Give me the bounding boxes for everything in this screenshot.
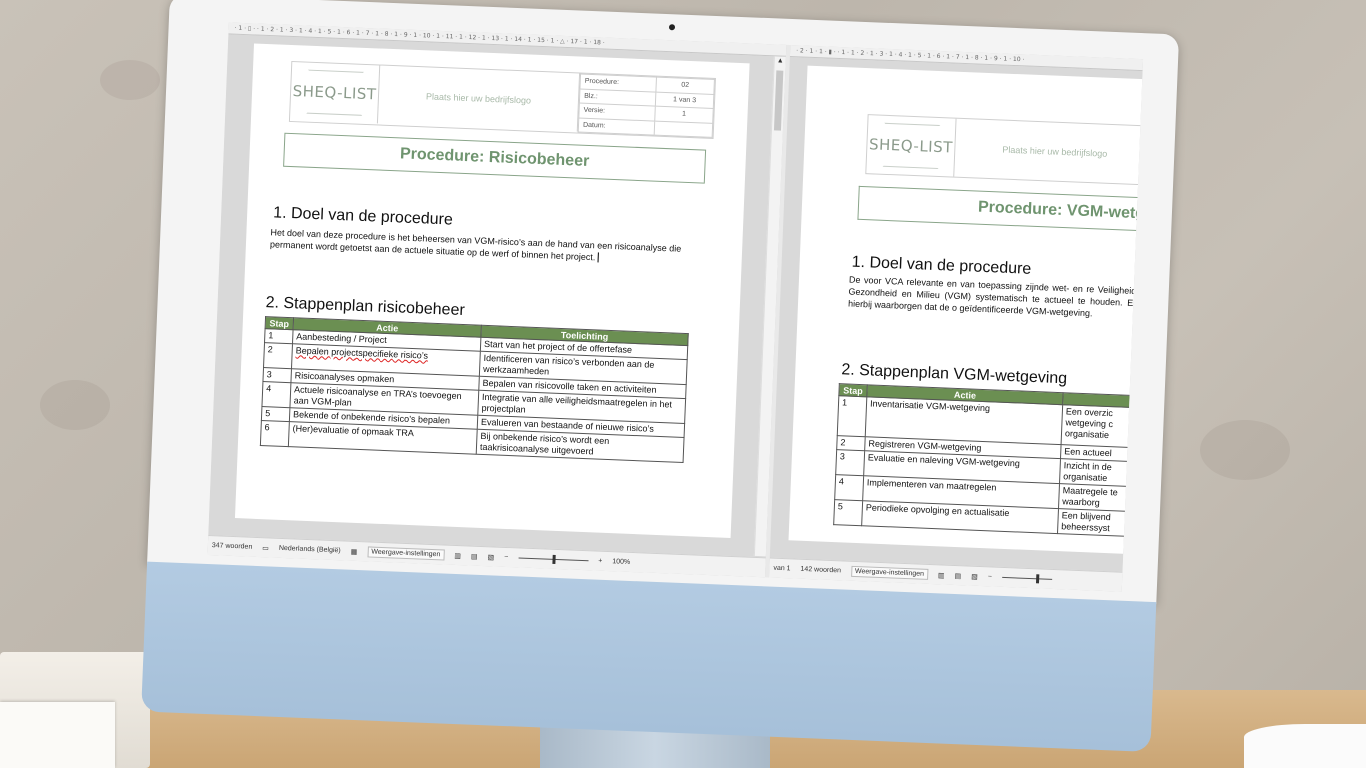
print-layout-icon[interactable]: ▤ xyxy=(471,552,478,560)
step-number: 5 xyxy=(261,406,290,422)
step-number: 3 xyxy=(262,367,292,383)
step-number: 2 xyxy=(836,435,866,451)
language[interactable]: Nederlands (België) xyxy=(279,545,341,554)
zoom-in-icon[interactable]: + xyxy=(598,558,602,565)
col-header: Stap xyxy=(838,383,868,397)
meta-table: Procedure: 02 Blz.: 1 van 3 Versie: 1 Datum… xyxy=(578,74,715,138)
logo-frame xyxy=(305,69,364,116)
procedure-title: Procedure: VGM-wetge xyxy=(857,185,1144,232)
document-header: SHEQ-LIST Plaats hier uw bedrijfslogo xyxy=(865,114,1144,186)
step-explanation: Maatregele te waarborg xyxy=(1058,483,1135,512)
logo: SHEQ-LIST xyxy=(289,61,381,124)
company-logo-placeholder: Plaats hier uw bedrijfslogo xyxy=(377,65,581,132)
wall-texture xyxy=(40,380,110,430)
scroll-up-icon[interactable]: ▲ xyxy=(775,56,786,66)
meta-value xyxy=(654,120,713,138)
document-header: SHEQ-LIST Plaats hier uw bedrijfslogo Pr… xyxy=(288,60,717,139)
web-layout-icon[interactable]: ▧ xyxy=(487,553,494,561)
step-number: 4 xyxy=(834,474,864,501)
zoom-slider-handle[interactable] xyxy=(552,554,556,564)
word-window-left: · 1 · ▯ · · 1 · 2 · 1 · 3 · 1 · 4 · 1 · … xyxy=(207,22,787,578)
step-number: 4 xyxy=(261,381,291,408)
coffee-cup xyxy=(1244,724,1366,768)
section-text: Het doel van deze procedure is het behee… xyxy=(270,226,689,267)
section-text: De voor VCA relevante en van toepassing … xyxy=(847,274,1139,319)
logo-frame xyxy=(882,122,940,169)
print-layout-icon[interactable]: ▤ xyxy=(954,571,961,579)
step-number: 5 xyxy=(833,499,863,526)
scroll-thumb[interactable] xyxy=(773,70,784,131)
steps-table: Stap Actie 1 Inventarisatie VGM-wetgevin… xyxy=(833,383,1139,537)
accessibility-icon[interactable]: ▦ xyxy=(351,547,358,555)
screen: · 1 · ▯ · · 1 · 2 · 1 · 3 · 1 · 4 · 1 · … xyxy=(207,22,1144,592)
zoom-level[interactable]: 100% xyxy=(612,558,630,566)
steps-table: Stap Actie Toelichting 1 Aanbesteding / … xyxy=(260,316,689,463)
text-cursor xyxy=(597,252,599,263)
word-count[interactable]: 347 woorden xyxy=(212,542,253,551)
zoom-out-icon[interactable]: − xyxy=(504,554,508,561)
web-layout-icon[interactable]: ▧ xyxy=(971,572,978,580)
col-header: Stap xyxy=(265,316,294,330)
wall-texture xyxy=(1200,420,1290,480)
display-settings-button[interactable]: Weergave-instellingen xyxy=(367,546,445,561)
document-page[interactable]: SHEQ-LIST Plaats hier uw bedrijfslogo Pr… xyxy=(234,43,750,538)
step-explanation: Inzicht in de organisatie xyxy=(1059,458,1136,487)
meta-key: Datum: xyxy=(578,117,655,136)
step-number: 1 xyxy=(837,395,867,437)
procedure-title: Procedure: Risicobeheer xyxy=(283,132,707,184)
procedure-title-text: Procedure: VGM-wetge xyxy=(977,198,1144,223)
logo: SHEQ-LIST xyxy=(866,115,957,177)
step-explanation: Een blijvend beheerssyst xyxy=(1057,508,1134,537)
step-number: 1 xyxy=(264,328,294,344)
page-indicator[interactable]: van 1 xyxy=(773,565,790,573)
zoom-slider[interactable] xyxy=(518,554,589,564)
read-mode-icon[interactable]: ▥ xyxy=(454,551,461,559)
display-settings-button[interactable]: Weergave-instellingen xyxy=(850,565,929,580)
section-text-content: Het doel van deze procedure is het behee… xyxy=(269,227,682,263)
step-explanation: Een overzic wetgeving c organisatie xyxy=(1061,404,1138,448)
notepad xyxy=(0,702,115,768)
section-heading: 2. Stappenplan risicobeheer xyxy=(265,294,466,320)
step-number: 2 xyxy=(263,342,293,369)
proofing-icon[interactable]: ▭ xyxy=(262,544,269,552)
company-logo-placeholder: Plaats hier uw bedrijfslogo xyxy=(954,118,1144,185)
section-heading: 1. Doel van de procedure xyxy=(272,204,454,229)
zoom-out-icon[interactable]: − xyxy=(988,573,992,580)
word-window-right: · 2 · 1 · 1 · ▮ · · 1 · 1 · 2 · 1 · 3 · … xyxy=(768,44,1144,592)
read-mode-icon[interactable]: ▥ xyxy=(938,571,945,579)
zoom-slider-handle[interactable] xyxy=(1035,574,1040,584)
step-action-text: Bepalen projectspecifieke risico’s xyxy=(295,345,429,361)
step-number: 6 xyxy=(260,420,290,447)
monitor: · 1 · ▯ · · 1 · 2 · 1 · 3 · 1 · 4 · 1 · … xyxy=(141,0,1180,758)
zoom-slider[interactable] xyxy=(1001,574,1052,584)
word-count[interactable]: 142 woorden xyxy=(800,566,841,575)
document-page[interactable]: SHEQ-LIST Plaats hier uw bedrijfslogo Pr… xyxy=(788,65,1144,554)
wall-texture xyxy=(100,60,160,100)
camera-icon xyxy=(668,24,676,31)
step-number: 3 xyxy=(835,449,865,476)
